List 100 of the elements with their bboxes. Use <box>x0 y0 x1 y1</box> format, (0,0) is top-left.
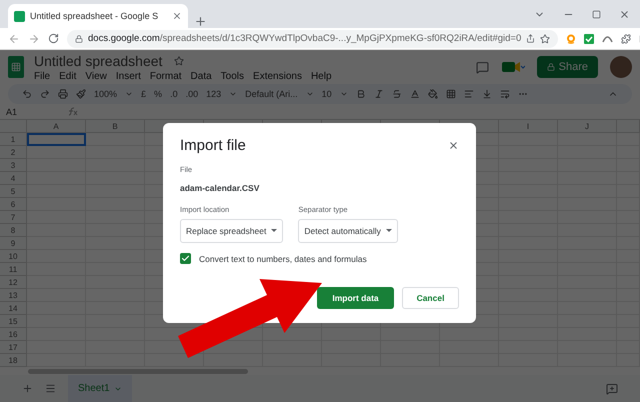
cancel-button[interactable]: Cancel <box>402 287 459 309</box>
row-header[interactable]: 3 <box>0 159 27 172</box>
function-icon <box>66 107 78 116</box>
dialog-title: Import file <box>180 137 246 154</box>
back-icon[interactable] <box>8 32 20 44</box>
name-box[interactable]: A1 <box>6 106 56 116</box>
star-icon[interactable] <box>174 56 184 66</box>
menu-item[interactable]: File <box>34 70 50 82</box>
row-header[interactable]: 17 <box>0 341 27 354</box>
row-header[interactable]: 18 <box>0 354 27 367</box>
column-header[interactable]: B <box>86 120 145 133</box>
paint-format-icon[interactable] <box>76 89 86 99</box>
lock-icon <box>546 63 555 71</box>
bold-icon[interactable] <box>356 89 366 99</box>
lock-icon <box>75 34 83 42</box>
text-wrap-icon[interactable] <box>500 89 510 99</box>
dropdown[interactable]: Replace spreadsheet <box>180 219 284 243</box>
dropdown[interactable]: Detect automatically <box>298 219 398 243</box>
row-header[interactable]: 13 <box>0 289 27 302</box>
menu-item[interactable]: Data <box>190 70 212 82</box>
row-header[interactable]: 11 <box>0 263 27 276</box>
row-header[interactable]: 14 <box>0 302 27 315</box>
caret-icon[interactable] <box>125 90 134 98</box>
caret-icon <box>271 229 278 233</box>
video-call-icon[interactable] <box>500 60 525 74</box>
caret-icon[interactable] <box>229 90 238 98</box>
percent-button[interactable]: % <box>154 89 162 99</box>
decrease-decimal-button[interactable]: .0 <box>170 89 178 99</box>
close-icon[interactable] <box>172 11 182 21</box>
menu-item[interactable]: Insert <box>116 70 141 82</box>
undo-icon[interactable] <box>22 89 32 99</box>
import-button[interactable]: Import data <box>317 287 394 309</box>
menu-item[interactable]: Tools <box>220 70 244 82</box>
puzzle-icon[interactable] <box>621 34 632 44</box>
scrollbar-thumb[interactable] <box>28 368 248 374</box>
zoom-dropdown[interactable]: 100% <box>94 89 118 99</box>
print-icon[interactable] <box>58 89 68 99</box>
extension-icon[interactable] <box>602 34 614 43</box>
sheets-icon <box>14 10 25 22</box>
browser-tab[interactable]: Untitled spreadsheet - Google S <box>8 4 188 28</box>
reload-icon[interactable] <box>48 33 59 44</box>
url-text: docs.google.com/spreadsheets/d/1c3RQWYwdTlpOvbaC9-...y_MpGjPXpmeKG-sf0RQ2iRA/edit#gid=0 <box>88 33 522 44</box>
row-header[interactable]: 7 <box>0 211 27 224</box>
redo-icon[interactable] <box>40 89 50 99</box>
row-header[interactable]: 1 <box>0 133 27 146</box>
avatar[interactable] <box>610 56 632 78</box>
italic-icon[interactable] <box>374 89 384 99</box>
checkmark-icon[interactable] <box>584 34 594 44</box>
checkbox[interactable] <box>180 253 191 264</box>
fill-color-icon[interactable] <box>428 89 438 99</box>
font-dropdown[interactable]: Default (Ari... <box>245 89 298 99</box>
sheets-logo-icon[interactable] <box>8 56 24 78</box>
row-header[interactable]: 5 <box>0 185 27 198</box>
close-icon[interactable] <box>448 140 459 151</box>
sheet-tab[interactable]: Sheet1 <box>68 375 132 402</box>
borders-icon[interactable] <box>446 89 456 99</box>
row-header[interactable]: 10 <box>0 250 27 263</box>
row-header[interactable]: 16 <box>0 328 27 341</box>
new-tab-icon[interactable] <box>194 15 207 28</box>
document-title[interactable]: Untitled spreadsheet <box>34 52 162 68</box>
number-format-dropdown[interactable]: 123 <box>206 89 222 99</box>
extension-icon[interactable] <box>566 34 576 44</box>
menu-item[interactable]: Extensions <box>253 70 302 82</box>
checkbox-label: Convert text to numbers, dates and formulas <box>199 254 367 264</box>
add-sheet-icon[interactable] <box>22 383 33 394</box>
column-header[interactable]: J <box>558 120 617 133</box>
share-button[interactable]: Share <box>536 56 598 78</box>
row-header[interactable]: 12 <box>0 276 27 289</box>
vertical-align-icon[interactable] <box>482 89 492 99</box>
close-icon[interactable] <box>619 8 630 20</box>
text-color-icon[interactable] <box>410 89 420 99</box>
forward-icon[interactable] <box>28 32 40 44</box>
selected-cell <box>27 133 86 146</box>
share-icon[interactable] <box>526 34 536 43</box>
comment-icon[interactable] <box>476 60 489 74</box>
increase-decimal-button[interactable]: .00 <box>186 89 198 99</box>
bookmark-star-icon[interactable] <box>540 34 550 44</box>
menu-icon[interactable] <box>45 383 56 394</box>
row-header[interactable]: 15 <box>0 315 27 328</box>
row-header[interactable]: 4 <box>0 172 27 185</box>
menu-item[interactable]: Help <box>310 70 332 82</box>
menu-item[interactable]: Edit <box>59 70 76 82</box>
address-bar[interactable]: docs.google.com/spreadsheets/d/1c3RQWYwdTlpOvbaC9-...y_MpGjPXpmeKG-sf0RQ2iRA/edit#gid=0 <box>67 30 558 48</box>
column-header[interactable]: A <box>27 120 86 133</box>
font-size-dropdown[interactable]: 10 <box>322 89 332 99</box>
row-header[interactable]: 6 <box>0 198 27 211</box>
currency-button[interactable]: £ <box>141 89 146 99</box>
caret-icon[interactable] <box>306 90 314 98</box>
align-icon[interactable] <box>464 89 474 99</box>
row-header[interactable]: 2 <box>0 146 27 159</box>
caret-icon[interactable] <box>340 90 348 98</box>
caret-icon <box>386 229 392 233</box>
tab-title: Untitled spreadsheet - Google S <box>30 11 160 21</box>
maximize-icon[interactable] <box>592 10 601 18</box>
add-comment-icon[interactable] <box>606 382 618 394</box>
menu-item[interactable]: Format <box>150 70 182 82</box>
strikethrough-icon[interactable] <box>392 89 402 99</box>
menu-item[interactable]: View <box>85 70 107 82</box>
row-header[interactable]: 8 <box>0 224 27 237</box>
row-header[interactable]: 9 <box>0 237 27 250</box>
